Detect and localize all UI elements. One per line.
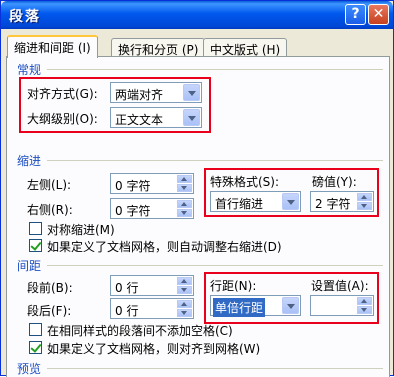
spacing-before-label: 段前(B): (27, 281, 73, 295)
section-preview: 预览 (17, 362, 42, 376)
auto-adjust-indent-label: 如果定义了文档网格，则自动调整右缩进(D) (47, 240, 282, 254)
section-spacing: 间距 (17, 259, 42, 273)
spin-up-icon[interactable] (357, 193, 372, 201)
spacing-after-value: 0 行 (115, 304, 139, 318)
spacing-after-label: 段后(F): (27, 304, 72, 318)
section-general: 常规 (17, 63, 42, 77)
spacing-after-spinner[interactable]: 0 行 (110, 298, 194, 319)
no-space-same-style-label: 在相同样式的段落间不添加空格(C) (47, 324, 233, 338)
auto-adjust-indent-checkbox[interactable] (29, 239, 42, 252)
alignment-value: 两端对齐 (115, 88, 164, 102)
tab-indents-spacing[interactable]: 缩进和间距 (I) (7, 35, 98, 58)
dialog-title: 段落 (9, 9, 41, 25)
spin-up-icon[interactable] (177, 300, 192, 308)
indent-right-label: 右侧(R): (27, 203, 73, 217)
spin-up-icon[interactable] (177, 277, 192, 285)
spin-down-icon[interactable] (177, 286, 192, 294)
tab-line-page-breaks[interactable]: 换行和分页 (P) (111, 38, 206, 57)
chevron-down-icon[interactable] (282, 193, 299, 210)
special-indent-value: 首行缩进 (215, 197, 264, 211)
indent-left-value: 0 字符 (115, 179, 151, 193)
indent-by-value: 2 字符 (315, 197, 351, 211)
indent-right-spinner[interactable]: 0 字符 (110, 198, 194, 219)
spacing-before-value: 0 行 (115, 281, 139, 295)
section-indent: 缩进 (17, 154, 42, 168)
divider (47, 160, 383, 161)
spacing-before-spinner[interactable]: 0 行 (110, 275, 194, 296)
paragraph-dialog: 段落 ? ✕ 缩进和间距 (I) 换行和分页 (P) 中文版式 (H) 常规 对… (0, 0, 394, 377)
mirror-indent-checkbox[interactable] (29, 222, 42, 235)
divider (47, 69, 383, 70)
snap-to-grid-checkbox[interactable] (29, 341, 42, 354)
spin-down-icon[interactable] (177, 184, 192, 192)
special-indent-label: 特殊格式(S): (210, 175, 280, 189)
special-indent-select[interactable]: 首行缩进 (210, 191, 301, 212)
outline-level-select[interactable]: 正文文本 (110, 107, 202, 128)
indent-right-value: 0 字符 (115, 204, 151, 218)
chevron-down-icon[interactable] (183, 84, 200, 101)
spin-down-icon[interactable] (357, 202, 372, 210)
chevron-down-icon[interactable] (183, 109, 200, 126)
outline-level-label: 大纲级别(O): (27, 112, 98, 126)
line-spacing-value: 单倍行距 (213, 298, 266, 317)
line-spacing-at-label: 设置值(A): (311, 279, 369, 293)
outline-level-value: 正文文本 (115, 113, 164, 127)
line-spacing-select[interactable]: 单倍行距 (210, 295, 301, 317)
indent-left-spinner[interactable]: 0 字符 (110, 173, 194, 194)
spin-down-icon[interactable] (357, 306, 372, 314)
divider (47, 368, 383, 369)
snap-to-grid-label: 如果定义了文档网格，则对齐到网格(W) (47, 342, 261, 356)
line-spacing-label: 行距(N): (210, 279, 257, 293)
indent-left-label: 左侧(L): (27, 178, 72, 192)
line-spacing-at-spinner[interactable] (310, 295, 374, 316)
spin-down-icon[interactable] (177, 309, 192, 317)
tab-panel: 常规 对齐方式(G): 两端对齐 大纲级别(O): 正文文本 缩进 左侧(L):… (6, 56, 390, 377)
spin-down-icon[interactable] (177, 209, 192, 217)
mirror-indent-label: 对称缩进(M) (47, 223, 115, 237)
help-button[interactable]: ? (345, 4, 366, 25)
spin-up-icon[interactable] (177, 175, 192, 183)
alignment-label: 对齐方式(G): (27, 87, 98, 101)
chevron-down-icon[interactable] (282, 297, 299, 314)
indent-by-label: 磅值(Y): (312, 175, 357, 189)
close-button[interactable]: ✕ (368, 4, 389, 25)
spin-up-icon[interactable] (357, 297, 372, 305)
indent-by-spinner[interactable]: 2 字符 (310, 191, 374, 212)
tab-asian-typography[interactable]: 中文版式 (H) (203, 38, 288, 57)
no-space-same-style-checkbox[interactable] (29, 323, 42, 336)
divider (47, 265, 383, 266)
alignment-select[interactable]: 两端对齐 (110, 82, 202, 103)
spin-up-icon[interactable] (177, 200, 192, 208)
title-bar[interactable]: 段落 ? ✕ (1, 1, 393, 29)
